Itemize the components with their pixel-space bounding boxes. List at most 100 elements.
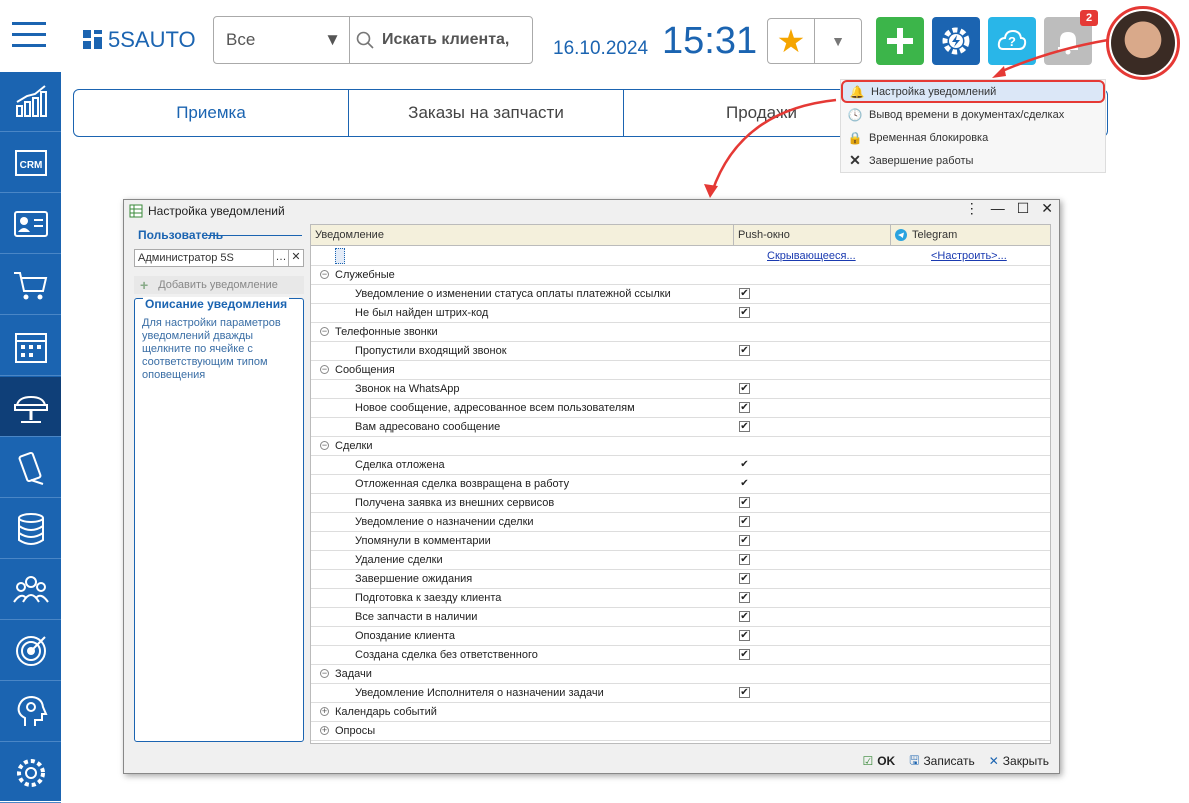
notification-label: Уведомление о назначении сделки: [355, 516, 534, 528]
table-row[interactable]: Уведомление о назначении сделки ✔: [311, 513, 1050, 532]
collapse-icon[interactable]: −: [320, 441, 329, 450]
sidebar-item-car-lift[interactable]: [0, 377, 61, 437]
sidebar-item-head[interactable]: [0, 682, 61, 742]
menu-item-notification-settings[interactable]: 🔔 Настройка уведомлений: [841, 80, 1105, 103]
push-checkbox[interactable]: ✔: [739, 649, 750, 660]
table-row[interactable]: Сделка отложена ✔: [311, 456, 1050, 475]
sidebar-item-contacts[interactable]: [0, 194, 61, 254]
push-checkbox[interactable]: ✔: [739, 345, 750, 356]
table-group-row[interactable]: + Календарь событий: [311, 703, 1050, 722]
table-group-row[interactable]: − Сообщения: [311, 361, 1050, 380]
column-header-notification[interactable]: Уведомление: [311, 225, 734, 245]
table-row[interactable]: Пропустили входящий звонок ✔: [311, 342, 1050, 361]
push-checkbox[interactable]: ✔: [739, 402, 750, 413]
favorites-control[interactable]: ★ ▼: [767, 18, 862, 64]
push-checkbox[interactable]: ✔: [739, 535, 750, 546]
settings-button[interactable]: [932, 17, 980, 65]
tab-parts-orders[interactable]: Заказы на запчасти: [349, 90, 624, 136]
add-button[interactable]: [876, 17, 924, 65]
hamburger-menu-button[interactable]: [12, 22, 46, 48]
table-row[interactable]: Упомянули в комментарии ✔: [311, 532, 1050, 551]
save-button[interactable]: 🖫 Записать: [909, 751, 975, 772]
table-row[interactable]: Вам адресовано сообщение ✔: [311, 418, 1050, 437]
expand-icon[interactable]: +: [320, 707, 329, 716]
push-checkbox[interactable]: ✔: [739, 459, 750, 470]
push-mode-link[interactable]: Скрывающееся...: [767, 250, 856, 262]
select-user-button[interactable]: …: [273, 250, 288, 266]
clear-user-button[interactable]: ✕: [288, 250, 303, 266]
push-checkbox[interactable]: ✔: [739, 630, 750, 641]
table-row[interactable]: Уведомление о изменении статуса оплаты п…: [311, 285, 1050, 304]
table-row[interactable]: Подготовка к заезду клиента ✔: [311, 589, 1050, 608]
help-button[interactable]: ?: [988, 17, 1036, 65]
table-row[interactable]: Получена заявка из внешних сервисов ✔: [311, 494, 1050, 513]
search-bar[interactable]: Все ▼ Искать клиента,: [213, 16, 533, 64]
menu-item-shutdown[interactable]: ✕ Завершение работы: [841, 149, 1105, 172]
notification-settings-dialog: Настройка уведомлений ⋮ — ☐ ✕ Пользовате…: [123, 199, 1060, 774]
user-avatar-button[interactable]: [1106, 6, 1180, 80]
push-checkbox[interactable]: ✔: [739, 573, 750, 584]
chevron-down-icon[interactable]: ▼: [815, 19, 861, 63]
telegram-setup-link[interactable]: <Настроить>...: [931, 250, 1007, 262]
star-icon[interactable]: ★: [768, 19, 815, 63]
search-scope-select[interactable]: Все ▼: [214, 17, 350, 63]
push-checkbox[interactable]: ✔: [739, 307, 750, 318]
collapse-icon[interactable]: −: [320, 270, 329, 279]
push-checkbox[interactable]: ✔: [739, 516, 750, 527]
sidebar-item-phone[interactable]: [0, 438, 61, 498]
close-icon[interactable]: ✕: [1041, 200, 1053, 217]
push-checkbox[interactable]: ✔: [739, 497, 750, 508]
table-group-row[interactable]: − Задачи: [311, 665, 1050, 684]
table-row[interactable]: Новое сообщение, адресованное всем польз…: [311, 399, 1050, 418]
table-row[interactable]: Уведомление Исполнителя о назначении зад…: [311, 684, 1050, 703]
table-row[interactable]: Звонок на WhatsApp ✔: [311, 380, 1050, 399]
table-row[interactable]: Все запчасти в наличии ✔: [311, 608, 1050, 627]
table-group-row[interactable]: + Опросы: [311, 722, 1050, 741]
table-row[interactable]: Опоздание клиента ✔: [311, 627, 1050, 646]
expand-icon[interactable]: +: [320, 726, 329, 735]
sidebar-item-calendar[interactable]: [0, 316, 61, 376]
close-button[interactable]: ✕ Закрыть: [989, 754, 1049, 768]
collapse-icon[interactable]: −: [320, 365, 329, 374]
user-field[interactable]: Администратор 5S … ✕: [134, 249, 304, 267]
table-row[interactable]: Не был найден штрих-код ✔: [311, 304, 1050, 323]
table-row[interactable]: Завершение ожидания ✔: [311, 570, 1050, 589]
add-notification-button[interactable]: + Добавить уведомление: [134, 276, 304, 294]
push-checkbox[interactable]: ✔: [739, 421, 750, 432]
menu-item-time-display[interactable]: 🕓 Вывод времени в документах/сделках: [841, 103, 1105, 126]
maximize-icon[interactable]: ☐: [1017, 200, 1030, 217]
sidebar-item-crm[interactable]: CRM: [0, 133, 61, 193]
push-checkbox[interactable]: ✔: [739, 288, 750, 299]
sidebar-item-database[interactable]: [0, 499, 61, 559]
table-group-row[interactable]: − Служебные: [311, 266, 1050, 285]
sidebar-item-team[interactable]: [0, 560, 61, 620]
more-icon[interactable]: ⋮: [965, 200, 979, 217]
row-selector[interactable]: [335, 248, 345, 264]
minimize-icon[interactable]: —: [991, 200, 1005, 217]
table-group-row[interactable]: − Телефонные звонки: [311, 323, 1050, 342]
column-header-telegram[interactable]: Telegram: [891, 225, 1050, 245]
sidebar-item-gear[interactable]: [0, 743, 61, 803]
push-checkbox[interactable]: ✔: [739, 592, 750, 603]
sidebar-item-target[interactable]: [0, 621, 61, 681]
group-label: Календарь событий: [335, 706, 437, 718]
table-group-row[interactable]: − Сделки: [311, 437, 1050, 456]
push-checkbox[interactable]: ✔: [739, 611, 750, 622]
column-header-push[interactable]: Push-окно: [734, 225, 891, 245]
collapse-icon[interactable]: −: [320, 669, 329, 678]
tab-priemka[interactable]: Приемка: [74, 90, 349, 136]
table-row[interactable]: Создана сделка без ответственного ✔: [311, 646, 1050, 665]
push-checkbox[interactable]: ✔: [739, 687, 750, 698]
sidebar-item-cart[interactable]: [0, 255, 61, 315]
push-checkbox[interactable]: ✔: [739, 554, 750, 565]
sidebar-item-chart[interactable]: [0, 72, 61, 132]
collapse-icon[interactable]: −: [320, 327, 329, 336]
menu-item-temporary-lock[interactable]: 🔒 Временная блокировка: [841, 126, 1105, 149]
push-checkbox[interactable]: ✔: [739, 383, 750, 394]
push-checkbox[interactable]: ✔: [739, 478, 750, 489]
search-input[interactable]: Искать клиента,: [350, 17, 532, 63]
ok-button[interactable]: ☑ OK: [862, 754, 895, 768]
table-row[interactable]: Отложенная сделка возвращена в работу ✔: [311, 475, 1050, 494]
calendar-icon: [14, 332, 47, 363]
table-row[interactable]: Удаление сделки ✔: [311, 551, 1050, 570]
